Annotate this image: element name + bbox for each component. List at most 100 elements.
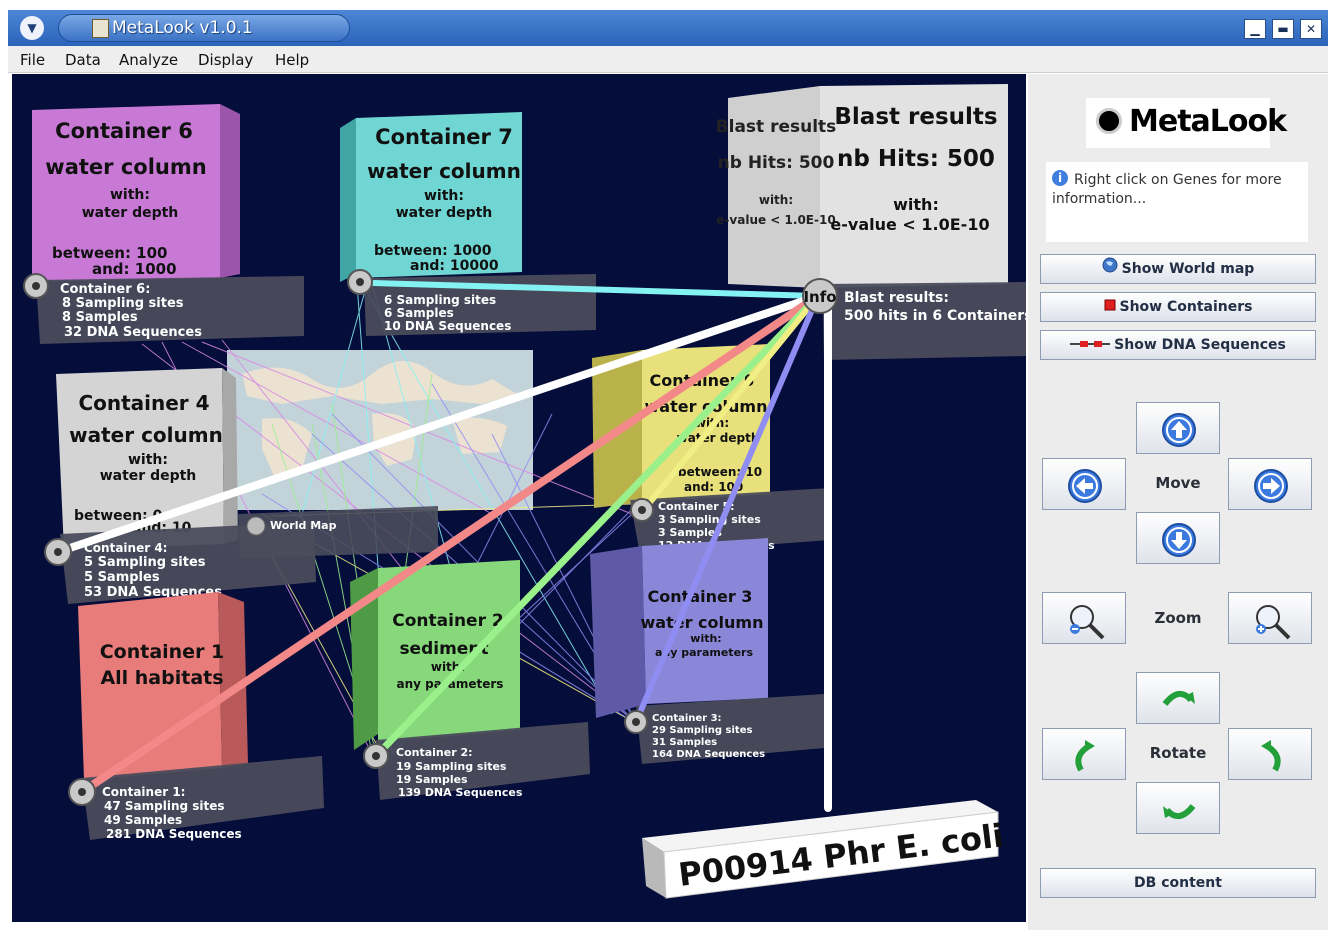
dna-sequence-icon — [1070, 331, 1111, 359]
blast-face-line3: with: — [893, 195, 939, 214]
show-containers-label: Show Containers — [1119, 299, 1253, 315]
red-cube-icon — [1104, 293, 1116, 321]
info-node-container-3[interactable] — [624, 710, 648, 734]
container-7-param: water depth — [396, 205, 493, 221]
move-label: Move — [1155, 474, 1201, 492]
blast-results-cube[interactable]: Blast results nb Hits: 500 with: e-value… — [716, 84, 1008, 288]
db-content-button[interactable]: DB content — [1040, 868, 1316, 898]
blast-side-line3: with: — [759, 193, 793, 207]
system-menu-button[interactable]: ▼ — [20, 16, 44, 40]
container-6-cube[interactable]: Container 6 water column with: water dep… — [32, 104, 240, 282]
menu-data[interactable]: Data — [65, 51, 101, 69]
blast-tag-title: Blast results: — [844, 290, 949, 306]
rotate-left-icon — [1075, 740, 1095, 772]
rotate-left-button[interactable] — [1042, 728, 1126, 780]
app-icon — [92, 19, 109, 38]
show-world-map-label: Show World map — [1121, 261, 1255, 277]
info-node-container-5[interactable] — [630, 498, 654, 522]
rotate-down-button[interactable] — [1136, 782, 1220, 834]
container-1-tag-samples: 49 Samples — [104, 813, 182, 827]
maximize-icon: ▬ — [1277, 22, 1289, 36]
container-1-tag-sequences: 281 DNA Sequences — [106, 827, 242, 841]
move-down-button[interactable] — [1136, 512, 1220, 564]
container-1-tag-sites: 47 Sampling sites — [104, 799, 225, 813]
info-node-label: Info — [803, 288, 836, 306]
logo-dot-icon — [1096, 108, 1122, 134]
container-2-tag-title: Container 2: — [396, 746, 473, 759]
arrow-up-icon — [1162, 413, 1196, 447]
rotate-up-button[interactable] — [1136, 672, 1220, 724]
container-2-cube[interactable]: Container 2 sediment with: any parameter… — [350, 560, 520, 750]
zoom-in-button[interactable] — [1228, 592, 1312, 644]
container-7-cube[interactable]: Container 7 water column with: water dep… — [340, 112, 522, 282]
control-panel: MetaLook i Right click on Genes for more… — [1028, 74, 1328, 930]
arrow-down-icon — [1162, 523, 1196, 557]
container-3-habitat: water column — [641, 613, 764, 632]
blast-face-line4: e-value < 1.0E-10 — [830, 215, 989, 234]
info-node-container-7[interactable] — [347, 269, 373, 295]
db-content-label: DB content — [1134, 875, 1222, 891]
container-3-tag-samples: 31 Samples — [652, 737, 717, 748]
blast-results-info-tag: Blast results: 500 hits in 6 Containers — [822, 282, 1026, 360]
move-left-button[interactable] — [1042, 458, 1126, 510]
container-6-param: water depth — [82, 205, 179, 221]
minimize-button[interactable]: ▁ — [1244, 19, 1266, 39]
info-node-container-6[interactable] — [23, 273, 49, 299]
container-7-habitat: water column — [367, 159, 521, 183]
3d-scene-view[interactable]: Container 6 water column with: water dep… — [12, 74, 1026, 922]
world-map-tag-label: World Map — [270, 519, 337, 532]
menu-bar: File Data Analyze Display Help — [8, 46, 1328, 73]
container-1-habitat: All habitats — [100, 667, 223, 689]
menu-analyze[interactable]: Analyze — [119, 51, 178, 69]
info-node-blast[interactable]: Info — [802, 278, 838, 314]
container-2-tag-sites: 19 Sampling sites — [396, 760, 507, 773]
close-icon: ✕ — [1305, 22, 1317, 36]
show-containers-button[interactable]: Show Containers — [1040, 292, 1316, 322]
container-2-tag-samples: 19 Samples — [396, 773, 468, 786]
info-node-container-2[interactable] — [363, 743, 389, 769]
show-world-map-button[interactable]: Show World map — [1040, 254, 1316, 284]
zoom-out-button[interactable] — [1042, 592, 1126, 644]
window-title: MetaLook v1.0.1 — [112, 18, 253, 38]
container-6-title: Container 6 — [55, 119, 193, 143]
zoom-out-icon — [1070, 605, 1105, 640]
container-3-with: with: — [690, 632, 721, 645]
info-message-box: i Right click on Genes for more informat… — [1046, 162, 1308, 242]
arrow-left-icon — [1068, 469, 1102, 503]
move-up-button[interactable] — [1136, 402, 1220, 454]
rotate-label: Rotate — [1149, 744, 1207, 762]
container-6-tag-sequences: 32 DNA Sequences — [64, 325, 202, 340]
info-node-container-4[interactable] — [44, 538, 72, 566]
close-button[interactable]: ✕ — [1300, 19, 1322, 39]
blast-side-line1: Blast results — [716, 117, 837, 137]
container-6-info-tag: Container 6: 8 Sampling sites 8 Samples … — [36, 276, 304, 344]
container-3-tag-sequences: 164 DNA Sequences — [652, 749, 765, 760]
world-map-plane — [227, 350, 533, 510]
container-2-title: Container 2 — [392, 611, 503, 631]
container-7-title: Container 7 — [375, 125, 513, 149]
container-7-range-start: between: 1000 — [374, 243, 492, 259]
container-3-title: Container 3 — [648, 587, 753, 606]
rotate-up-icon — [1162, 691, 1195, 706]
menu-display[interactable]: Display — [198, 51, 253, 69]
maximize-button[interactable]: ▬ — [1272, 19, 1294, 39]
container-5-range-start: between: 10 — [678, 465, 762, 479]
minimize-icon: ▁ — [1250, 22, 1260, 36]
info-node-container-1[interactable] — [68, 778, 96, 806]
world-map-tag[interactable]: World Map — [238, 506, 438, 558]
blast-side-line2: nb Hits: 500 — [718, 153, 835, 173]
container-4-with: with: — [128, 452, 168, 468]
rotate-right-button[interactable] — [1228, 728, 1312, 780]
container-6-habitat: water column — [45, 155, 206, 179]
logo-text: MetaLook — [1129, 104, 1287, 139]
container-1-cube[interactable]: Container 1 All habitats — [78, 592, 248, 780]
container-6-tag-sites: 8 Sampling sites — [62, 296, 184, 311]
show-dna-sequences-button[interactable]: Show DNA Sequences — [1040, 330, 1316, 360]
info-message: Right click on Genes for more informatio… — [1052, 172, 1282, 207]
menu-help[interactable]: Help — [275, 51, 309, 69]
menu-file[interactable]: File — [20, 51, 45, 69]
container-3-tag-sites: 29 Sampling sites — [652, 725, 752, 736]
move-right-button[interactable] — [1228, 458, 1312, 510]
blast-face-line2: nb Hits: 500 — [837, 146, 995, 172]
zoom-in-icon — [1256, 605, 1291, 640]
